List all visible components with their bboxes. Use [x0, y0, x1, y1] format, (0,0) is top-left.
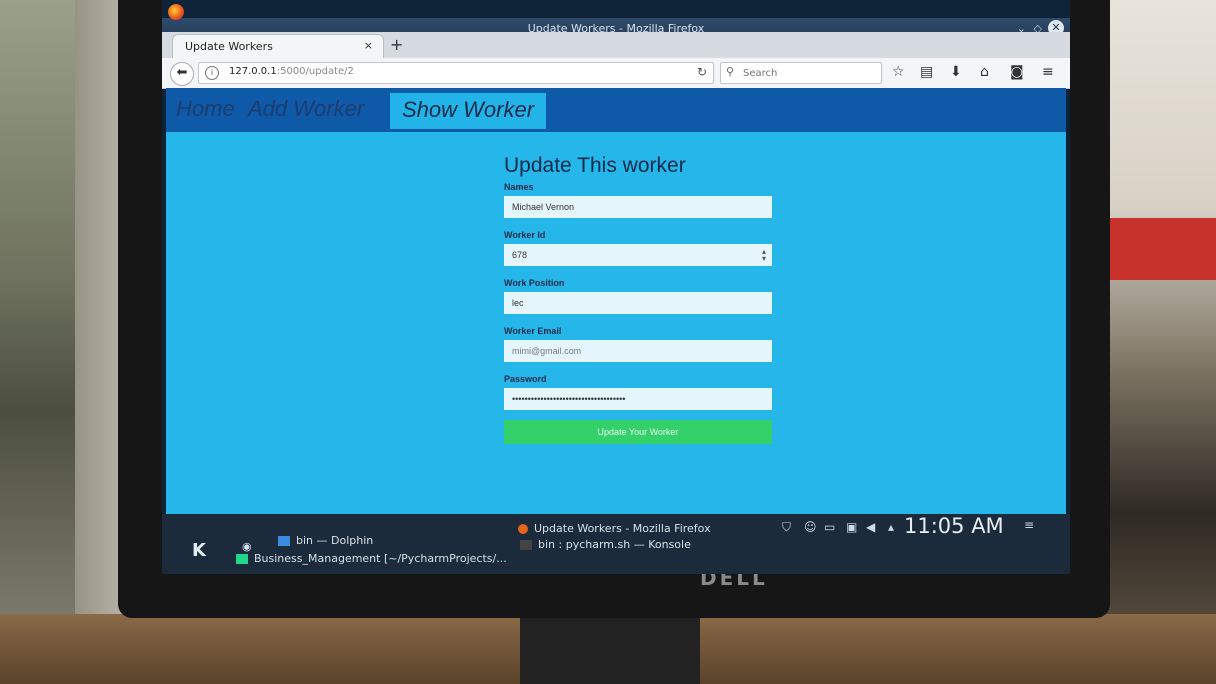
clock[interactable]: 11:05 AM	[904, 514, 1004, 538]
reload-icon[interactable]: ↻	[697, 65, 707, 79]
names-label: Names	[504, 182, 534, 192]
update-worker-form: Update This worker Names Worker Id ▴▾ Wo…	[504, 154, 784, 444]
volume-icon[interactable]: ◀	[866, 520, 875, 534]
worker-id-input[interactable]	[504, 244, 772, 266]
worker-id-field: ▴▾	[504, 244, 772, 266]
work-position-label: Work Position	[504, 278, 565, 288]
nav-link-add-worker[interactable]: Add Worker	[248, 96, 364, 122]
background-red-object	[1104, 218, 1216, 280]
screen: Update Workers - Mozilla Firefox ⌄ ◇ ✕ U…	[162, 0, 1070, 574]
terminal-icon	[520, 540, 532, 550]
search-bar[interactable]: ⚲	[720, 62, 882, 84]
site-nav: Home Add Worker Show Worker	[166, 88, 1066, 132]
monitor-stand	[520, 618, 700, 684]
navigation-bar: ⬅ i 127.0.0.1:5000/update/2 ↻ ⚲ ☆ ▤ ⬇ ⌂ …	[162, 58, 1070, 89]
update-worker-button[interactable]: Update Your Worker	[504, 420, 772, 444]
tab-strip: Update Workers × +	[162, 32, 1070, 59]
taskbar-item-pycharm[interactable]: Business_Management [~/PycharmProjects/.…	[236, 552, 507, 565]
close-tab-icon[interactable]: ×	[364, 39, 373, 52]
back-arrow-icon[interactable]: ⬅	[170, 62, 194, 86]
pocket-icon[interactable]: ◙	[1010, 64, 1024, 80]
new-tab-button[interactable]: +	[390, 35, 403, 54]
pycharm-icon	[236, 554, 248, 564]
bookmark-star-icon[interactable]: ☆	[892, 64, 905, 80]
user-icon[interactable]: ☺	[804, 520, 817, 534]
url-bar[interactable]: i 127.0.0.1:5000/update/2 ↻	[198, 62, 714, 84]
background-wall-right	[1096, 0, 1216, 684]
worker-email-input[interactable]	[504, 340, 772, 362]
password-label: Password	[504, 374, 547, 384]
panel-menu-icon[interactable]: ≡	[1024, 518, 1034, 532]
search-input[interactable]	[741, 65, 875, 81]
worker-email-label: Worker Email	[504, 326, 562, 336]
taskbar: K ◉ bin — Dolphin Update Workers - Mozil…	[162, 514, 1070, 574]
shield-icon[interactable]: ⛉	[782, 520, 791, 535]
taskbar-item-konsole[interactable]: bin : pycharm.sh — Konsole	[520, 538, 691, 551]
display-icon[interactable]: ▭	[824, 520, 835, 534]
clipboard-icon[interactable]: ▣	[846, 520, 857, 534]
info-icon[interactable]: i	[205, 66, 219, 80]
firefox-icon	[518, 524, 528, 534]
background-window	[0, 0, 75, 684]
web-page: Home Add Worker Show Worker Update This …	[166, 88, 1066, 538]
names-input[interactable]	[504, 196, 772, 218]
form-heading: Update This worker	[504, 154, 686, 177]
nav-link-home[interactable]: Home	[176, 96, 235, 122]
taskbar-item-dolphin[interactable]: bin — Dolphin	[278, 534, 373, 547]
tray-expand-icon[interactable]: ▴	[888, 520, 894, 534]
firefox-icon	[168, 4, 184, 20]
tab-title: Update Workers	[185, 40, 273, 53]
kde-launcher-icon[interactable]: K	[192, 540, 206, 561]
download-icon[interactable]: ⬇	[950, 64, 962, 80]
worker-id-label: Worker Id	[504, 230, 546, 240]
folder-icon	[278, 536, 290, 546]
work-position-input[interactable]	[504, 292, 772, 314]
password-input[interactable]	[504, 388, 772, 410]
home-icon[interactable]: ⌂	[980, 64, 989, 80]
bookmarks-list-icon[interactable]: ▤	[920, 64, 933, 80]
taskbar-item-firefox[interactable]: Update Workers - Mozilla Firefox	[518, 522, 711, 535]
url-text[interactable]: 127.0.0.1:5000/update/2	[229, 66, 354, 77]
browser-tab[interactable]: Update Workers ×	[172, 34, 384, 59]
nav-link-show-worker[interactable]: Show Worker	[390, 93, 547, 129]
search-icon: ⚲	[726, 65, 735, 78]
number-spinner-icon[interactable]: ▴ ▾	[762, 248, 766, 263]
menu-icon[interactable]: ≡	[1042, 64, 1054, 80]
